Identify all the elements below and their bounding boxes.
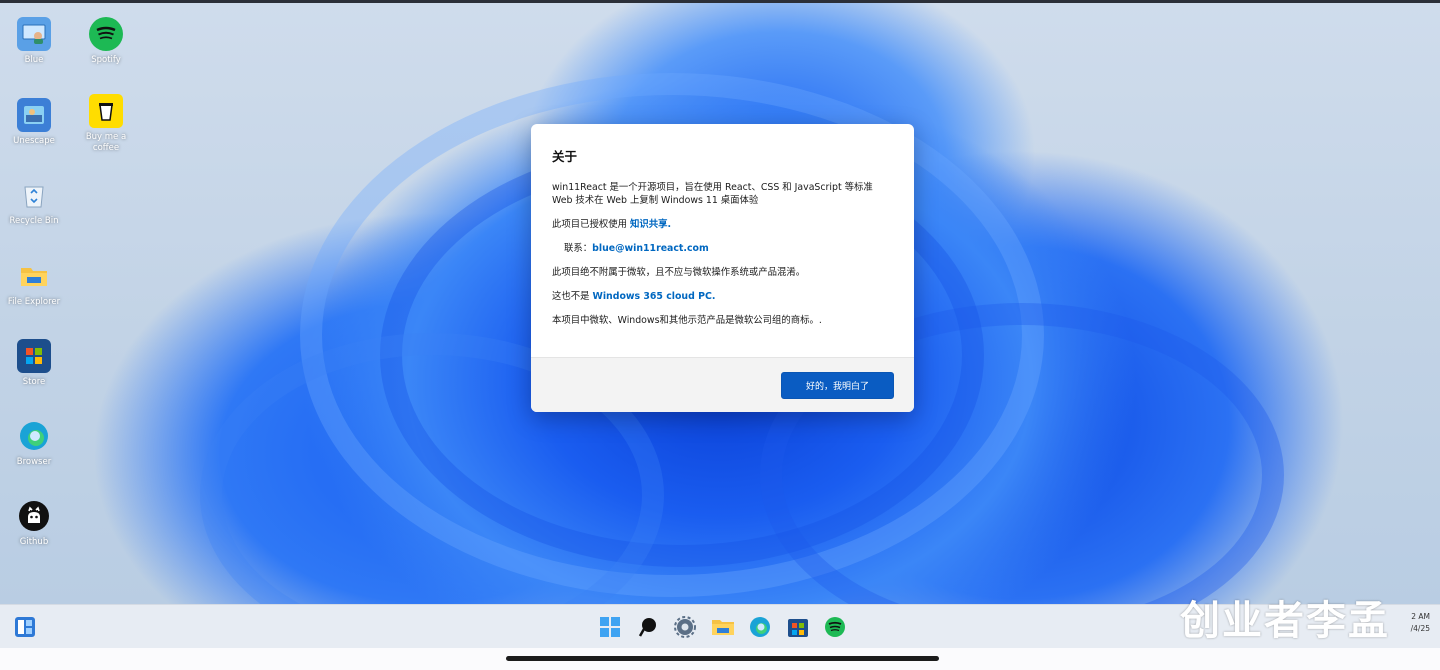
clock-time: 2 AM — [1411, 612, 1430, 621]
desktop-icon-label: Unescape — [13, 136, 55, 146]
start-icon[interactable] — [597, 614, 623, 640]
desktop-icon-label: Github — [19, 537, 49, 547]
notice-prefix: 这也不是 — [552, 291, 590, 302]
desktop-icon-spotify[interactable]: Spotify — [74, 17, 138, 66]
desktop-icon-browser[interactable]: Browser — [2, 419, 66, 468]
dialog-footer: 好的，我明白了 — [531, 357, 914, 412]
license-prefix: 此项目已授权使用 — [552, 219, 628, 230]
desktop-icon-label: Buy me a coffee — [85, 132, 127, 153]
about-dialog: 关于 win11React 是一个开源项目，旨在使用 React、CSS 和 J… — [531, 124, 914, 412]
windows-365-link[interactable]: Windows 365 cloud PC. — [593, 291, 716, 302]
recycle-bin-icon — [17, 178, 51, 212]
file-explorer-icon[interactable] — [710, 614, 736, 640]
search-icon[interactable] — [635, 614, 661, 640]
contact-email-link[interactable]: blue@win11react.com — [592, 243, 709, 254]
desktop-icon-label: Recycle Bin — [9, 216, 59, 226]
desktop-icon-label: Store — [22, 377, 46, 387]
widgets-icon[interactable] — [14, 616, 36, 638]
desktop-icon-file-explorer[interactable]: File Explorer — [2, 259, 66, 308]
license-link[interactable]: 知识共享. — [630, 219, 671, 230]
dialog-title: 关于 — [552, 149, 578, 164]
coffee-cup-icon — [89, 94, 123, 128]
notice-line: 这也不是 Windows 365 cloud PC. — [552, 290, 894, 303]
ok-button[interactable]: 好的，我明白了 — [781, 372, 894, 399]
contact-prefix: 联系： — [564, 243, 593, 254]
desktop-icon-blue[interactable]: Blue — [2, 17, 66, 66]
store-icon[interactable] — [785, 614, 811, 640]
desktop-icon-label: Browser — [16, 457, 52, 467]
system-clock[interactable]: 2 AM /4/25 — [1411, 611, 1430, 635]
disclaimer-text: 此项目绝不附属于微软，且不应与微软操作系统或产品混淆。 — [552, 267, 806, 278]
github-icon — [17, 499, 51, 533]
store-icon — [17, 339, 51, 373]
desktop-icon-buy-me-a-coffee[interactable]: Buy me a coffee — [74, 94, 138, 154]
unescape-icon — [17, 98, 51, 132]
trademark-text: 本项目中微软、Windows和其他示范产品是微软公司组的商标。. — [552, 315, 822, 326]
watermark-text: 创业者李孟 — [1180, 598, 1390, 644]
desktop-icon-github[interactable]: Github — [2, 499, 66, 548]
desktop-icon-unescape[interactable]: Unescape — [2, 98, 66, 147]
intro-text: win11React 是一个开源项目，旨在使用 React、CSS 和 Java… — [552, 182, 873, 206]
desktop-icon-label: Blue — [24, 55, 44, 65]
folder-icon — [17, 259, 51, 293]
contact-line: 联系：blue@win11react.com — [552, 242, 894, 255]
clock-date: /4/25 — [1410, 624, 1430, 633]
desktop-icon-label: File Explorer — [7, 297, 61, 307]
desktop-icon-recycle-bin[interactable]: Recycle Bin — [2, 178, 66, 227]
spotify-icon — [89, 17, 123, 51]
user-pc-icon — [17, 17, 51, 51]
spotify-icon[interactable] — [822, 614, 848, 640]
dialog-body: 关于 win11React 是一个开源项目，旨在使用 React、CSS 和 J… — [531, 124, 914, 358]
edge-icon — [17, 419, 51, 453]
desktop-icon-store[interactable]: Store — [2, 339, 66, 388]
settings-icon[interactable] — [672, 614, 698, 640]
desktop-icon-label: Spotify — [91, 55, 121, 65]
license-line: 此项目已授权使用 知识共享. — [552, 218, 894, 231]
edge-icon[interactable] — [747, 614, 773, 640]
screen: Blue Spotify Unescape Buy me a coffee Re… — [0, 0, 1440, 670]
home-indicator[interactable] — [506, 656, 939, 661]
